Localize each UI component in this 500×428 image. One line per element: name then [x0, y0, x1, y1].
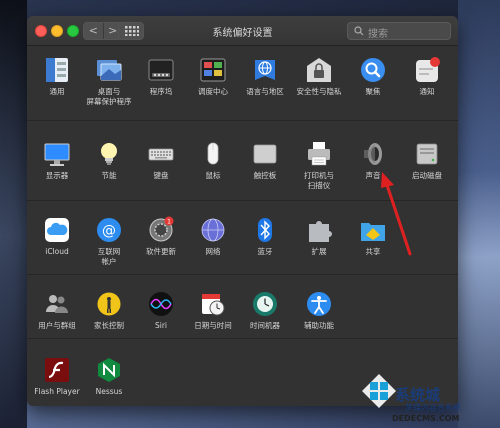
pane-label: Siri [154, 321, 167, 330]
section-divider [27, 200, 458, 201]
printer-icon [308, 142, 330, 166]
internet-accounts-icon: @ [97, 218, 121, 242]
spotlight-icon [361, 58, 385, 82]
pane-label: 显示器 [45, 171, 69, 180]
mission-control-icon [200, 58, 226, 82]
search-field[interactable]: 搜索 [347, 22, 451, 40]
startup-disk-icon [416, 143, 438, 165]
pane-label: 用户与群组 [38, 321, 76, 330]
time-machine-icon [253, 292, 277, 316]
pane-label: 调度中心 [198, 87, 228, 96]
pane-label: 网络 [205, 247, 221, 256]
pane-label: Nessus [95, 387, 123, 396]
watermark-url: DEDECMS.COM [392, 414, 460, 423]
pane-label: 声音 [365, 171, 381, 180]
pane-label: 键盘 [153, 171, 169, 180]
system-preferences-window: < > 系统偏好设置 搜索 通用 桌面与 屏幕保护程序 程序坞 调度中心 语言与… [27, 16, 458, 406]
pane-label: Flash Player [34, 387, 80, 396]
search-icon [354, 26, 364, 36]
notifications-icon [416, 57, 440, 82]
keyboard-icon [148, 148, 174, 161]
flash-icon [45, 358, 69, 382]
pane-label: 共享 [365, 247, 381, 256]
general-icon [46, 58, 68, 82]
update-badge: 1 [167, 219, 171, 226]
trackpad-icon [253, 144, 277, 164]
accessibility-icon [307, 292, 331, 316]
software-update-icon: 1 [149, 216, 174, 242]
pane-label: 聚焦 [365, 87, 381, 96]
pane-label: 蓝牙 [257, 247, 273, 256]
svg-text:@: @ [102, 223, 116, 239]
icloud-icon [45, 218, 69, 242]
search-placeholder: 搜索 [368, 29, 388, 40]
language-icon [255, 60, 275, 80]
display-icon [44, 143, 70, 166]
section-divider [27, 338, 458, 339]
pane-label: 通用 [49, 87, 65, 96]
pane-label: 家长控制 [94, 321, 124, 330]
pane-label: 日期与时间 [194, 321, 232, 330]
pane-label: 语言与地区 [246, 87, 284, 96]
siri-icon [149, 292, 173, 316]
datetime-icon [202, 294, 225, 316]
section-divider [27, 120, 458, 121]
pane-label: 互联网 帐户 [97, 247, 121, 266]
security-icon [307, 58, 331, 82]
pane-label: iCloud [45, 247, 69, 256]
pane-label: 节能 [101, 171, 117, 180]
pane-label: 时间机器 [250, 321, 280, 330]
sound-icon [364, 143, 382, 165]
parental-icon [96, 291, 122, 317]
pane-label: 启动磁盘 [412, 171, 442, 180]
section-divider [27, 274, 458, 275]
extensions-icon [309, 221, 332, 242]
pane-label: 通知 [419, 87, 435, 96]
pane-label: 安全性与隐私 [296, 87, 342, 96]
pane-label: 鼠标 [205, 171, 221, 180]
sharing-icon [361, 223, 385, 241]
preference-panes: 通用 桌面与 屏幕保护程序 程序坞 调度中心 语言与地区 安全性与隐私 聚焦 通… [27, 46, 458, 406]
desktop-icon [97, 60, 122, 81]
desktop-wallpaper-right [458, 0, 500, 428]
pane-label: 打印机与 扫描仪 [304, 171, 334, 190]
pane-label: 桌面与 屏幕保护程序 [86, 87, 132, 106]
dock-icon [148, 59, 174, 81]
mouse-icon [207, 142, 219, 165]
desktop-wallpaper-left [0, 0, 27, 428]
pane-label: 程序坞 [149, 87, 173, 96]
users-icon [46, 295, 68, 313]
pane-label: 辅助功能 [304, 321, 334, 330]
nessus-icon [98, 358, 120, 382]
pane-label: 扩展 [311, 247, 327, 256]
watermark-subtext: 梦蝶内容告系统 [405, 403, 461, 412]
bluetooth-icon [258, 218, 272, 242]
pane-label: 软件更新 [146, 247, 176, 256]
title-bar: < > 系统偏好设置 搜索 [27, 16, 458, 46]
watermark-logo [362, 374, 396, 408]
pane-label: 触控板 [253, 171, 277, 180]
network-icon [201, 218, 225, 242]
energy-icon [101, 143, 117, 165]
